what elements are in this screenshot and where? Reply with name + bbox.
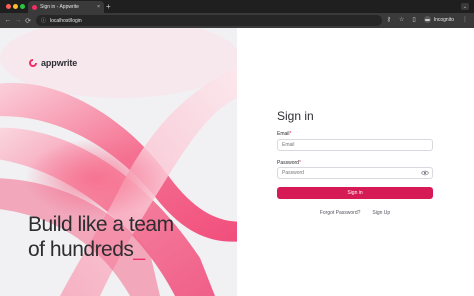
close-window-button[interactable] — [6, 4, 11, 9]
required-mark: * — [298, 160, 301, 166]
back-button[interactable]: ← — [3, 17, 13, 24]
logo-text: appwrite — [41, 58, 78, 68]
hero-line-2: of hundreds — [28, 238, 134, 261]
browser-toolbar: ← → ⟳ ⓘ localhost/login ⚷ ☆ ▯ Incognito … — [0, 13, 474, 28]
page-viewport: appwrite Build like a team of hundreds_ … — [0, 28, 474, 296]
password-input[interactable] — [277, 167, 433, 179]
hero-headline: Build like a team of hundreds_ — [28, 212, 174, 262]
forward-button[interactable]: → — [13, 17, 23, 24]
incognito-label: Incognito — [433, 16, 454, 23]
browser-menu-icon[interactable]: ⋮ — [462, 16, 468, 23]
browser-tab[interactable]: Sign in - Appwrite × — [28, 1, 104, 13]
forgot-password-link[interactable]: Forgot Password? — [320, 210, 361, 216]
appwrite-logo: appwrite — [28, 58, 77, 68]
site-info-icon[interactable]: ⓘ — [41, 17, 46, 24]
auth-links: Forgot Password? Sign Up — [277, 210, 433, 216]
hero-line-1: Build like a team — [28, 213, 174, 236]
signin-panel: Sign in Email* Password* Sign in Forgot … — [237, 28, 474, 296]
hero-cursor: _ — [133, 238, 145, 261]
address-url: localhost/login — [50, 17, 82, 24]
browser-tab-strip: Sign in - Appwrite × + ⌄ — [0, 0, 474, 13]
side-panel-icon[interactable]: ▯ — [412, 16, 415, 23]
signup-link[interactable]: Sign Up — [372, 210, 390, 216]
incognito-icon — [423, 16, 431, 23]
signin-title: Sign in — [277, 109, 314, 123]
minimize-window-button[interactable] — [13, 4, 18, 9]
appwrite-favicon-icon — [32, 4, 37, 10]
signin-button[interactable]: Sign in — [277, 187, 433, 199]
password-key-icon[interactable]: ⚷ — [387, 16, 391, 23]
appwrite-logo-icon — [29, 59, 37, 67]
new-tab-button[interactable]: + — [106, 2, 111, 11]
tab-search-button[interactable]: ⌄ — [461, 3, 469, 10]
required-mark: * — [289, 131, 292, 137]
address-bar[interactable]: ⓘ localhost/login — [36, 15, 382, 26]
tab-title: Sign in - Appwrite — [40, 4, 79, 10]
show-password-eye-icon[interactable] — [421, 170, 429, 176]
incognito-indicator[interactable]: Incognito — [423, 16, 454, 23]
password-label: Password* — [277, 160, 301, 166]
reload-button[interactable]: ⟳ — [23, 17, 33, 25]
bookmark-star-icon[interactable]: ☆ — [399, 16, 404, 23]
maximize-window-button[interactable] — [20, 4, 25, 9]
tab-close-icon[interactable]: × — [97, 4, 100, 10]
email-label: Email* — [277, 131, 292, 137]
email-input[interactable] — [277, 139, 433, 151]
hero-panel: appwrite Build like a team of hundreds_ — [0, 28, 237, 296]
